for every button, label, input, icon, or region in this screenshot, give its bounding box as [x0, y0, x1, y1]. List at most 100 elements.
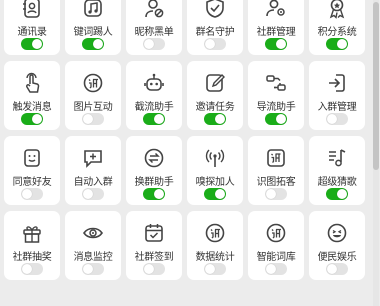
feature-label: 识图拓客 — [256, 177, 296, 188]
signal-icon — [204, 147, 226, 169]
toggle-knob — [276, 114, 286, 124]
feature-toggle[interactable] — [204, 113, 226, 125]
feature-toggle[interactable] — [21, 263, 43, 275]
enter-icon — [326, 72, 348, 94]
toggle-knob — [205, 264, 215, 274]
feature-card[interactable]: 便民娱乐 — [309, 211, 365, 280]
feature-toggle[interactable] — [265, 38, 287, 50]
feature-label: 社群抽奖 — [12, 252, 52, 263]
toggle-knob — [266, 189, 276, 199]
fun-icon — [326, 222, 348, 244]
feature-toggle[interactable] — [265, 113, 287, 125]
feature-toggle[interactable] — [21, 38, 43, 50]
feature-toggle[interactable] — [82, 263, 104, 275]
feature-card[interactable]: 图片互动 — [65, 61, 121, 130]
feature-label: 换群助手 — [134, 177, 174, 188]
scrollbar-thumb[interactable] — [373, 2, 379, 170]
user-block-icon — [143, 0, 165, 19]
feature-toggle[interactable] — [143, 188, 165, 200]
feature-toggle[interactable] — [204, 38, 226, 50]
toggle-knob — [266, 264, 276, 274]
flow-icon — [265, 72, 287, 94]
feature-toggle[interactable] — [204, 188, 226, 200]
feature-card[interactable]: 入群管理 — [309, 61, 365, 130]
toggle-knob — [154, 114, 164, 124]
feature-toggle[interactable] — [21, 188, 43, 200]
feature-panel: 通讯录 键词踢人 昵称黑单 群名守护 社群管理 积分系统触发消息 图片互动 截流助手 邀请任务 导… — [0, 0, 380, 306]
feature-card[interactable]: 超级猜歌 — [309, 136, 365, 205]
feature-card[interactable]: 消息监控 — [65, 211, 121, 280]
feature-toggle[interactable] — [21, 113, 43, 125]
toggle-knob — [83, 264, 93, 274]
feature-card[interactable]: 触发消息 — [4, 61, 60, 130]
feature-card[interactable]: 键词踢人 — [65, 0, 121, 55]
toggle-knob — [337, 39, 347, 49]
feature-grid: 通讯录 键词踢人 昵称黑单 群名守护 社群管理 积分系统触发消息 图片互动 截流助手 邀请任务 导… — [4, 0, 365, 280]
toggle-knob — [144, 39, 154, 49]
feature-toggle[interactable] — [143, 263, 165, 275]
tiao-circle-icon — [82, 72, 104, 94]
feature-toggle[interactable] — [143, 38, 165, 50]
feature-card[interactable]: 智能词库 — [248, 211, 304, 280]
feature-card[interactable]: 社群管理 — [248, 0, 304, 55]
toggle-knob — [276, 39, 286, 49]
feature-label: 触发消息 — [12, 102, 52, 113]
kick-keyword-icon — [82, 0, 104, 19]
feature-toggle[interactable] — [326, 188, 348, 200]
feature-card[interactable]: 群名守护 — [187, 0, 243, 55]
feature-label: 截流助手 — [134, 102, 174, 113]
feature-toggle[interactable] — [265, 188, 287, 200]
feature-label: 积分系统 — [317, 27, 357, 38]
toggle-knob — [327, 264, 337, 274]
feature-card[interactable]: 识图拓客 — [248, 136, 304, 205]
feature-card[interactable]: 换群助手 — [126, 136, 182, 205]
eye-icon — [82, 222, 104, 244]
feature-label: 消息监控 — [73, 252, 113, 263]
feature-toggle[interactable] — [143, 113, 165, 125]
feature-label: 入群管理 — [317, 102, 357, 113]
feature-label: 便民娱乐 — [317, 252, 357, 263]
feature-label: 导流助手 — [256, 102, 296, 113]
feature-toggle[interactable] — [326, 263, 348, 275]
feature-label: 社群管理 — [256, 27, 296, 38]
lexicon-icon — [265, 222, 287, 244]
toggle-knob — [22, 189, 32, 199]
calendar-check-icon — [143, 222, 165, 244]
feature-toggle[interactable] — [82, 38, 104, 50]
feature-card[interactable]: 社群签到 — [126, 211, 182, 280]
feature-card[interactable]: 积分系统 — [309, 0, 365, 55]
feature-card[interactable]: 截流助手 — [126, 61, 182, 130]
toggle-knob — [32, 114, 42, 124]
feature-card[interactable]: 自动入群 — [65, 136, 121, 205]
feature-card[interactable]: 数据统计 — [187, 211, 243, 280]
toggle-knob — [22, 264, 32, 274]
add-chat-icon — [82, 147, 104, 169]
toggle-knob — [154, 189, 164, 199]
feature-card[interactable]: 导流助手 — [248, 61, 304, 130]
feature-label: 社群签到 — [134, 252, 174, 263]
toggle-knob — [215, 189, 225, 199]
feature-label: 智能词库 — [256, 252, 296, 263]
toggle-knob — [32, 39, 42, 49]
feature-toggle[interactable] — [265, 263, 287, 275]
feature-card[interactable]: 昵称黑单 — [126, 0, 182, 55]
toggle-knob — [93, 39, 103, 49]
feature-label: 邀请任务 — [195, 102, 235, 113]
feature-label: 同意好友 — [12, 177, 52, 188]
feature-card[interactable]: 同意好友 — [4, 136, 60, 205]
stats-icon — [204, 222, 226, 244]
feature-toggle[interactable] — [82, 113, 104, 125]
feature-card[interactable]: 嗅探加人 — [187, 136, 243, 205]
toggle-knob — [83, 189, 93, 199]
toggle-knob — [327, 114, 337, 124]
feature-toggle[interactable] — [204, 263, 226, 275]
feature-card[interactable]: 社群抽奖 — [4, 211, 60, 280]
feature-label: 键词踢人 — [73, 27, 113, 38]
feature-toggle[interactable] — [82, 188, 104, 200]
toggle-knob — [337, 189, 347, 199]
feature-toggle[interactable] — [326, 113, 348, 125]
feature-toggle[interactable] — [326, 38, 348, 50]
feature-card[interactable]: 通讯录 — [4, 0, 60, 55]
toggle-knob — [83, 114, 93, 124]
feature-card[interactable]: 邀请任务 — [187, 61, 243, 130]
